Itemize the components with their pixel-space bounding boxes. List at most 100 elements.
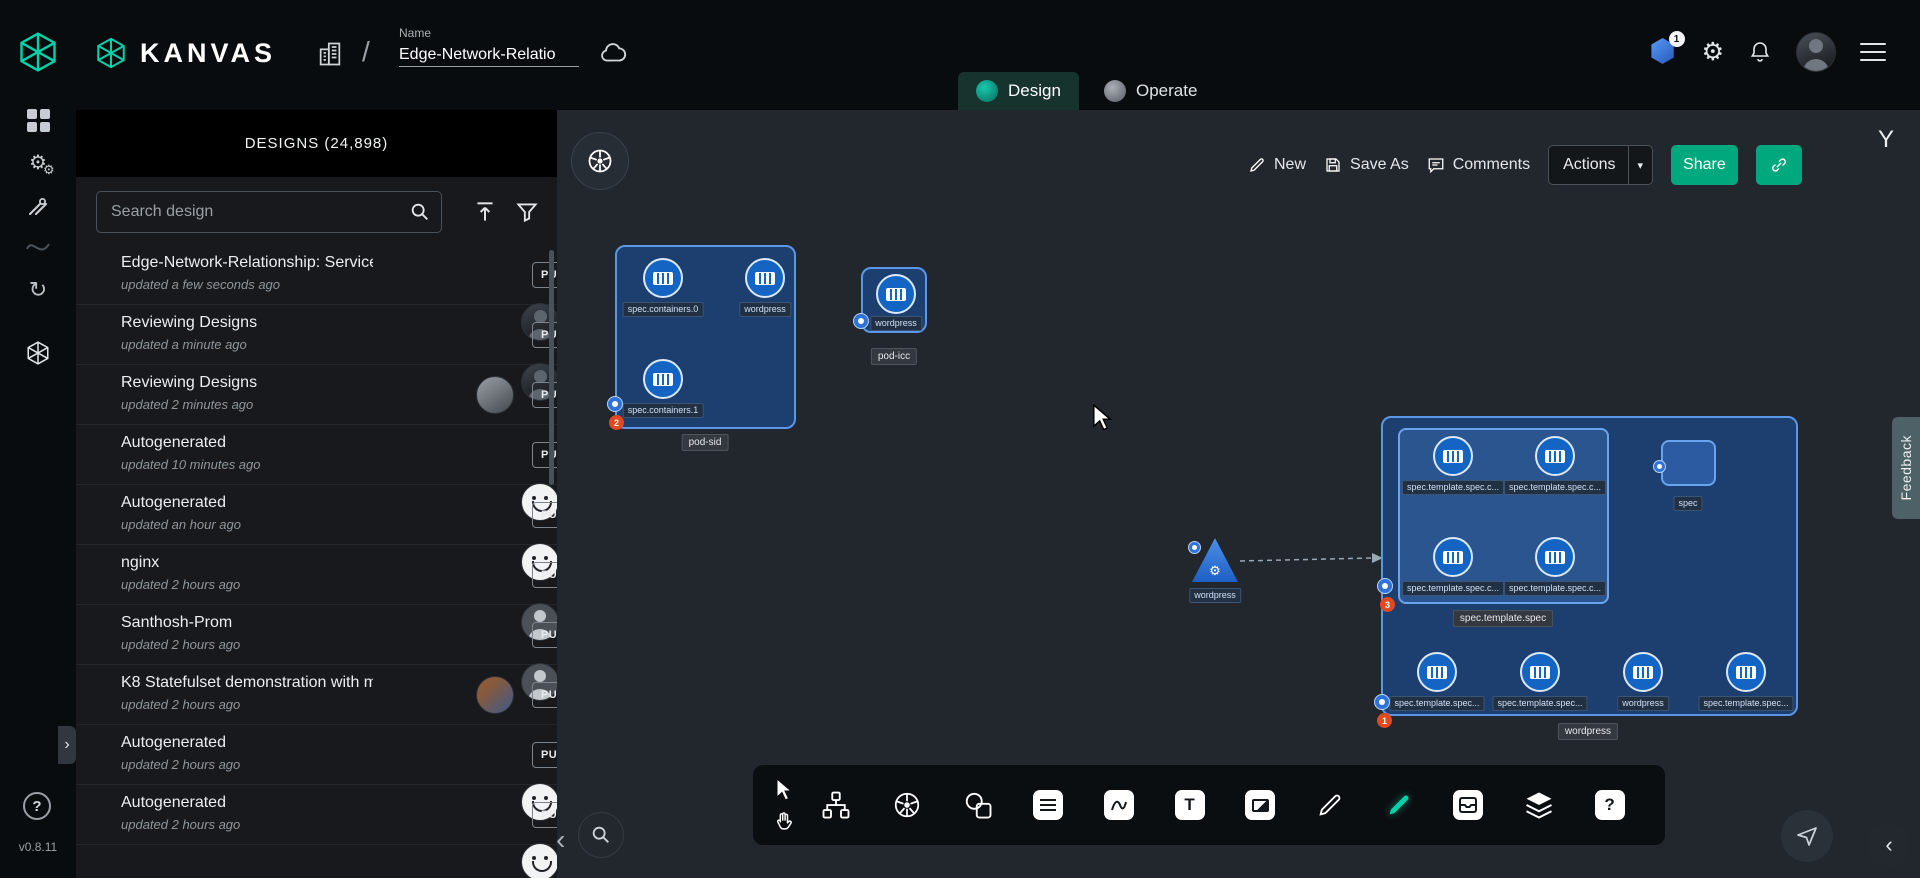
- container-icon[interactable]: [643, 258, 683, 298]
- design-list-item[interactable]: K8 Statefulset demonstration with mo upd…: [76, 665, 557, 725]
- design-list-item[interactable]: Reviewing Designs updated a minute ago P…: [76, 305, 557, 365]
- sidebar-flow-icon[interactable]: [24, 231, 52, 259]
- design-list-item[interactable]: Reviewing Designs updated 2 minutes ago …: [76, 365, 557, 425]
- design-updated: updated 2 hours ago: [121, 757, 557, 772]
- comment-tool[interactable]: [1033, 790, 1063, 820]
- container-icon[interactable]: [1433, 436, 1473, 476]
- text-tool[interactable]: T: [1175, 790, 1205, 820]
- kanvas-hexagon-logo[interactable]: [16, 30, 60, 74]
- deployment-node[interactable]: spec.template.spec.c... spec.template.sp…: [1381, 416, 1798, 716]
- tab-operate[interactable]: Operate: [1086, 72, 1215, 110]
- pod-template-group[interactable]: spec.template.spec.c... spec.template.sp…: [1398, 428, 1609, 604]
- collapse-panel-chevron[interactable]: ‹: [556, 824, 565, 856]
- brand-wordmark: KANVAS: [140, 38, 276, 69]
- locate-button[interactable]: [1781, 810, 1833, 862]
- import-design-icon[interactable]: [472, 199, 498, 225]
- visibility-badge[interactable]: PUBLIC: [532, 682, 557, 708]
- feedback-tab[interactable]: Feedback: [1892, 417, 1920, 519]
- sidebar-settings-icon[interactable]: ⚙⚙: [24, 149, 52, 177]
- visibility-badge[interactable]: PUBLIC: [532, 742, 557, 768]
- notification-center-icon[interactable]: 1: [1650, 38, 1678, 66]
- kubernetes-tool[interactable]: [892, 790, 922, 820]
- search-input[interactable]: [111, 203, 409, 221]
- visibility-badge[interactable]: PUBLIC: [532, 562, 557, 588]
- kubernetes-context-button[interactable]: [571, 132, 629, 190]
- node-name-badge: pod-sid: [682, 434, 729, 451]
- drawer-tool[interactable]: [1453, 790, 1483, 820]
- pan-hand-tool[interactable]: [773, 810, 795, 832]
- container-label: spec.template.spec...: [1492, 696, 1587, 711]
- menu-hamburger-icon[interactable]: [1860, 43, 1886, 61]
- user-avatar[interactable]: [1796, 32, 1836, 72]
- visibility-badge[interactable]: PUBLIC: [532, 802, 557, 828]
- zoom-button[interactable]: [578, 812, 624, 858]
- visibility-badge[interactable]: PUBLIC: [532, 502, 557, 528]
- share-button[interactable]: Share: [1671, 145, 1738, 185]
- design-name-input[interactable]: [399, 44, 579, 67]
- media-tool[interactable]: [1245, 790, 1275, 820]
- design-owner-avatar: [476, 676, 514, 714]
- pod-node-sid[interactable]: spec.containers.0 wordpress spec.contain…: [615, 245, 796, 429]
- new-button[interactable]: New: [1248, 156, 1306, 174]
- bell-icon[interactable]: [1748, 40, 1772, 64]
- organization-icon[interactable]: [316, 40, 344, 68]
- filter-funnel-icon[interactable]: [514, 199, 540, 225]
- visibility-badge[interactable]: PUBLIC: [532, 622, 557, 648]
- container-icon[interactable]: [1535, 436, 1575, 476]
- pod-node-icc[interactable]: wordpress: [861, 267, 927, 333]
- layers-tool[interactable]: [1524, 790, 1554, 820]
- design-owner-avatar: [521, 843, 557, 878]
- design-list-item[interactable]: Autogenerated updated 10 minutes ago PUB…: [76, 425, 557, 485]
- design-list-item[interactable]: Autogenerated updated 2 hours ago PUBLIC: [76, 725, 557, 785]
- doodle-tool[interactable]: [1104, 790, 1134, 820]
- sidebar-dashboard-icon[interactable]: [24, 106, 52, 134]
- design-list-item[interactable]: Edge-Network-Relationship: Service updat…: [76, 245, 557, 305]
- design-list-item[interactable]: Autogenerated updated an hour ago PUBLIC: [76, 485, 557, 545]
- collapse-right-button[interactable]: ‹: [1867, 823, 1911, 867]
- tab-design[interactable]: Design: [958, 72, 1079, 110]
- container-icon[interactable]: [745, 258, 785, 298]
- kubernetes-badge-icon: [607, 396, 623, 412]
- container-icon[interactable]: [643, 359, 683, 399]
- design-list-item[interactable]: Autogenerated updated 2 hours ago PUBLIC: [76, 785, 557, 845]
- sidebar-meshery-icon[interactable]: [24, 339, 52, 367]
- container-glyph: [1443, 450, 1463, 463]
- shapes-tool[interactable]: [963, 790, 993, 820]
- container-glyph: [1545, 450, 1565, 463]
- copy-link-button[interactable]: [1756, 145, 1802, 185]
- design-list-item[interactable]: Santhosh-Prom updated 2 hours ago PUBLIC: [76, 605, 557, 665]
- merge-tool-icon[interactable]: Y: [1878, 126, 1894, 154]
- dashboard-grid-icon: [27, 109, 50, 132]
- list-scrollbar[interactable]: [549, 250, 554, 485]
- search-icon[interactable]: [409, 201, 431, 223]
- sketch-tool-active[interactable]: [1385, 791, 1413, 819]
- container-icon[interactable]: [1520, 652, 1560, 692]
- container-icon[interactable]: [1623, 652, 1663, 692]
- container-label: spec.containers.0: [623, 302, 704, 317]
- design-updated: updated 2 hours ago: [121, 577, 557, 592]
- save-as-button[interactable]: Save As: [1324, 156, 1409, 174]
- actions-button[interactable]: Actions ▾: [1548, 145, 1653, 185]
- settings-gear-icon[interactable]: ⚙: [1702, 40, 1724, 65]
- container-icon[interactable]: [876, 274, 916, 314]
- container-icon[interactable]: [1433, 537, 1473, 577]
- pen-tool[interactable]: [1316, 791, 1344, 819]
- sidebar-toolkit-icon[interactable]: [24, 192, 52, 220]
- design-updated: updated a minute ago: [121, 337, 557, 352]
- sidebar-sync-icon[interactable]: ↻: [24, 276, 52, 304]
- help-tool[interactable]: ?: [1595, 790, 1625, 820]
- flowchart-tool[interactable]: [821, 790, 851, 820]
- select-cursor-tool[interactable]: [773, 778, 795, 802]
- sidebar-expand-toggle[interactable]: ›: [58, 726, 76, 764]
- spec-node[interactable]: [1661, 440, 1716, 486]
- kubernetes-wheel-icon: [892, 790, 922, 820]
- container-icon[interactable]: [1726, 652, 1766, 692]
- comments-button[interactable]: Comments: [1427, 156, 1530, 174]
- text-tool-icon: T: [1175, 790, 1205, 820]
- caret-down-icon[interactable]: ▾: [1629, 159, 1653, 172]
- help-button[interactable]: ?: [23, 792, 51, 820]
- container-icon[interactable]: [1417, 652, 1457, 692]
- container-icon[interactable]: [1535, 537, 1575, 577]
- container-glyph: [1443, 551, 1463, 564]
- design-list-item[interactable]: nginx updated 2 hours ago PUBLIC: [76, 545, 557, 605]
